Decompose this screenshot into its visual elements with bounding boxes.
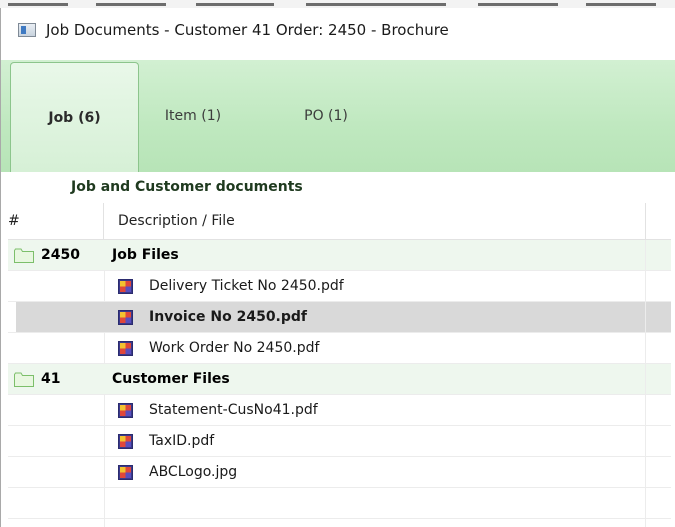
empty-row — [8, 488, 671, 519]
file-name: Work Order No 2450.pdf — [149, 340, 320, 356]
tab-job[interactable]: Job (6) — [10, 62, 139, 172]
column-divider — [104, 426, 105, 456]
document-file-icon — [118, 434, 133, 449]
documents-grid: # Description / File 2450 Job Files Deli… — [8, 203, 671, 527]
file-name: Delivery Ticket No 2450.pdf — [149, 278, 344, 294]
document-file-icon — [118, 310, 133, 325]
file-row[interactable]: Delivery Ticket No 2450.pdf — [8, 271, 671, 302]
grid-header: # Description / File — [8, 203, 671, 240]
selection-highlight — [16, 302, 104, 332]
document-file-icon — [118, 341, 133, 356]
file-row-selected[interactable]: Invoice No 2450.pdf — [8, 302, 671, 333]
title-bar[interactable]: Job Documents - Customer 41 Order: 2450 … — [1, 8, 675, 52]
column-divider — [104, 519, 105, 527]
document-file-icon — [118, 403, 133, 418]
column-end-divider — [645, 395, 646, 425]
column-header-number[interactable]: # — [8, 203, 104, 239]
group-number: 2450 — [41, 247, 80, 263]
group-row-job-files[interactable]: 2450 Job Files — [8, 240, 671, 271]
column-end-divider — [645, 240, 646, 270]
column-end-divider — [645, 203, 646, 239]
column-end-divider — [645, 519, 646, 527]
column-divider — [104, 333, 105, 363]
group-number: 41 — [41, 371, 61, 387]
job-documents-window: Job Documents - Customer 41 Order: 2450 … — [0, 8, 675, 527]
file-row[interactable]: Work Order No 2450.pdf — [8, 333, 671, 364]
tab-item[interactable]: Item (1) — [148, 60, 238, 172]
column-divider — [104, 271, 105, 301]
group-name: Job Files — [112, 247, 179, 263]
file-name: TaxID.pdf — [149, 433, 215, 449]
tab-strip: Job (6) Item (1) PO (1) — [1, 60, 675, 172]
column-end-divider — [645, 426, 646, 456]
folder-icon — [14, 248, 34, 263]
column-end-divider — [645, 271, 646, 301]
file-row[interactable]: ABCLogo.jpg — [8, 457, 671, 488]
file-name: ABCLogo.jpg — [149, 464, 238, 480]
empty-row — [8, 519, 671, 527]
column-end-divider — [645, 364, 646, 394]
file-row[interactable]: Statement-CusNo41.pdf — [8, 395, 671, 426]
window-title: Job Documents - Customer 41 Order: 2450 … — [46, 21, 449, 39]
column-divider — [104, 488, 105, 518]
file-row[interactable]: TaxID.pdf — [8, 426, 671, 457]
column-end-divider — [645, 302, 646, 332]
section-heading: Job and Customer documents — [71, 179, 303, 195]
tab-item-label: Item (1) — [164, 108, 222, 124]
column-header-description[interactable]: Description / File — [118, 203, 235, 239]
image-file-icon — [118, 465, 133, 480]
file-name: Invoice No 2450.pdf — [149, 309, 308, 325]
document-file-icon — [118, 279, 133, 294]
folder-icon — [14, 372, 34, 387]
column-end-divider — [645, 333, 646, 363]
column-divider — [104, 457, 105, 487]
group-name: Customer Files — [112, 371, 230, 387]
column-divider — [104, 395, 105, 425]
column-end-divider — [645, 457, 646, 487]
column-end-divider — [645, 488, 646, 518]
group-row-customer-files[interactable]: 41 Customer Files — [8, 364, 671, 395]
tab-job-label: Job (6) — [48, 109, 101, 126]
app-window-icon — [18, 23, 36, 37]
file-name: Statement-CusNo41.pdf — [149, 402, 318, 418]
screen: Job Documents - Customer 41 Order: 2450 … — [0, 0, 675, 527]
tab-po[interactable]: PO (1) — [281, 60, 371, 172]
tab-po-label: PO (1) — [304, 108, 348, 124]
